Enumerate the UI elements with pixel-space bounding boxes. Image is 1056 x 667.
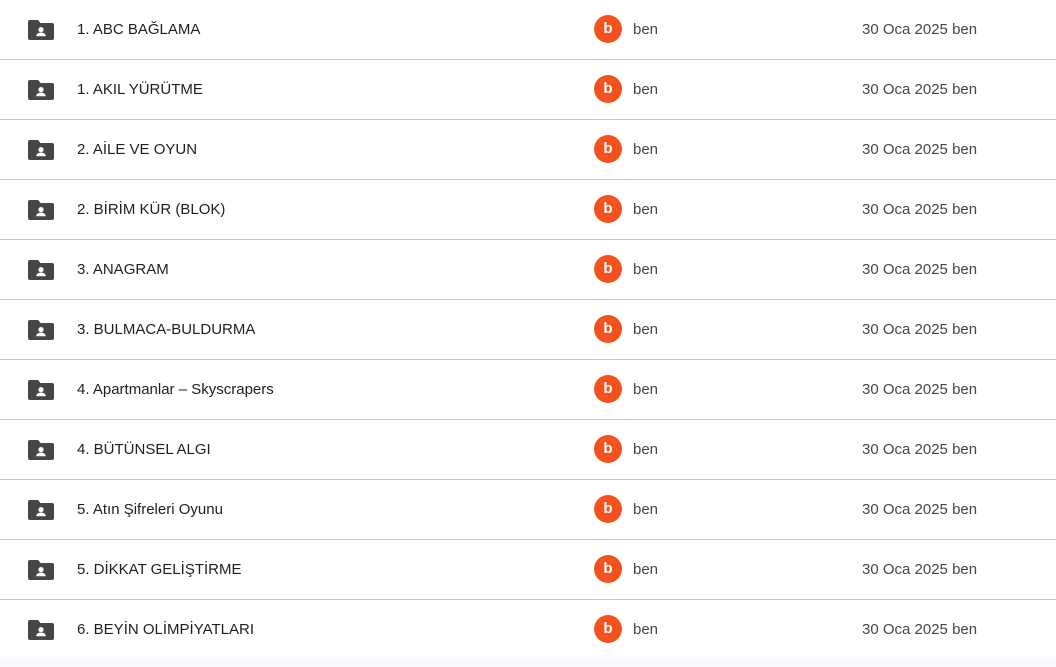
owner-avatar: b xyxy=(594,375,622,403)
shared-folder-icon xyxy=(28,200,54,220)
shared-folder-icon xyxy=(28,20,54,40)
owner-name: ben xyxy=(633,141,659,158)
file-name: 3. ANAGRAM xyxy=(77,261,169,278)
shared-folder-icon xyxy=(28,620,54,640)
last-modified: 30 Oca 2025 ben xyxy=(862,621,978,638)
file-name: 2. AİLE VE OYUN xyxy=(77,141,198,158)
file-row[interactable]: 5. DİKKAT GELİŞTİRME b ben 30 Oca 2025 b… xyxy=(0,540,1056,600)
shared-folder-icon xyxy=(28,440,54,460)
file-name: 3. BULMACA-BULDURMA xyxy=(77,321,256,338)
last-modified: 30 Oca 2025 ben xyxy=(862,441,978,458)
file-name: 4. BÜTÜNSEL ALGI xyxy=(77,441,211,458)
file-name: 6. BEYİN OLİMPİYATLARI xyxy=(77,621,254,638)
owner-avatar: b xyxy=(594,135,622,163)
last-modified: 30 Oca 2025 ben xyxy=(862,321,978,338)
last-modified: 30 Oca 2025 ben xyxy=(862,81,978,98)
owner-avatar: b xyxy=(594,255,622,283)
last-modified: 30 Oca 2025 ben xyxy=(862,561,978,578)
owner-name: ben xyxy=(633,201,659,218)
file-name: 1. AKIL YÜRÜTME xyxy=(77,81,203,98)
file-name: 5. DİKKAT GELİŞTİRME xyxy=(77,561,242,578)
file-row[interactable]: 3. ANAGRAM b ben 30 Oca 2025 ben xyxy=(0,240,1056,300)
file-row[interactable]: 2. BİRİM KÜR (BLOK) b ben 30 Oca 2025 be… xyxy=(0,180,1056,240)
shared-folder-icon xyxy=(28,80,54,100)
owner-avatar: b xyxy=(594,555,622,583)
last-modified: 30 Oca 2025 ben xyxy=(862,261,978,278)
file-name: 4. Apartmanlar – Skyscrapers xyxy=(77,381,274,398)
shared-folder-icon xyxy=(28,560,54,580)
owner-avatar: b xyxy=(594,15,622,43)
owner-avatar: b xyxy=(594,195,622,223)
file-row[interactable]: 1. ABC BAĞLAMA b ben 30 Oca 2025 ben xyxy=(0,0,1056,60)
owner-name: ben xyxy=(633,81,659,98)
shared-folder-icon xyxy=(28,260,54,280)
file-row[interactable]: 2. AİLE VE OYUN b ben 30 Oca 2025 ben xyxy=(0,120,1056,180)
owner-avatar: b xyxy=(594,75,622,103)
last-modified: 30 Oca 2025 ben xyxy=(862,501,978,518)
file-row[interactable]: 3. BULMACA-BULDURMA b ben 30 Oca 2025 be… xyxy=(0,300,1056,360)
owner-name: ben xyxy=(633,441,659,458)
owner-avatar: b xyxy=(594,495,622,523)
last-modified: 30 Oca 2025 ben xyxy=(862,141,978,158)
owner-name: ben xyxy=(633,321,659,338)
shared-folder-icon xyxy=(28,500,54,520)
file-row[interactable]: 5. Atın Şifreleri Oyunu b ben 30 Oca 202… xyxy=(0,480,1056,540)
file-row[interactable]: 6. BEYİN OLİMPİYATLARI b ben 30 Oca 2025… xyxy=(0,600,1056,659)
file-list: 1. ABC BAĞLAMA b ben 30 Oca 2025 ben 1. … xyxy=(0,0,1056,657)
file-row[interactable]: 4. BÜTÜNSEL ALGI b ben 30 Oca 2025 ben xyxy=(0,420,1056,480)
owner-name: ben xyxy=(633,621,659,638)
shared-folder-icon xyxy=(28,380,54,400)
owner-name: ben xyxy=(633,21,659,38)
file-row[interactable]: 4. Apartmanlar – Skyscrapers b ben 30 Oc… xyxy=(0,360,1056,420)
shared-folder-icon xyxy=(28,140,54,160)
owner-avatar: b xyxy=(594,315,622,343)
last-modified: 30 Oca 2025 ben xyxy=(862,201,978,218)
file-name: 5. Atın Şifreleri Oyunu xyxy=(77,501,223,518)
file-name: 2. BİRİM KÜR (BLOK) xyxy=(77,201,226,218)
owner-name: ben xyxy=(633,561,659,578)
owner-name: ben xyxy=(633,381,659,398)
owner-name: ben xyxy=(633,501,659,518)
last-modified: 30 Oca 2025 ben xyxy=(862,21,978,38)
owner-name: ben xyxy=(633,261,659,278)
shared-folder-icon xyxy=(28,320,54,340)
owner-avatar: b xyxy=(594,615,622,643)
last-modified: 30 Oca 2025 ben xyxy=(862,381,978,398)
file-name: 1. ABC BAĞLAMA xyxy=(77,21,201,38)
owner-avatar: b xyxy=(594,435,622,463)
file-row[interactable]: 1. AKIL YÜRÜTME b ben 30 Oca 2025 ben xyxy=(0,60,1056,120)
